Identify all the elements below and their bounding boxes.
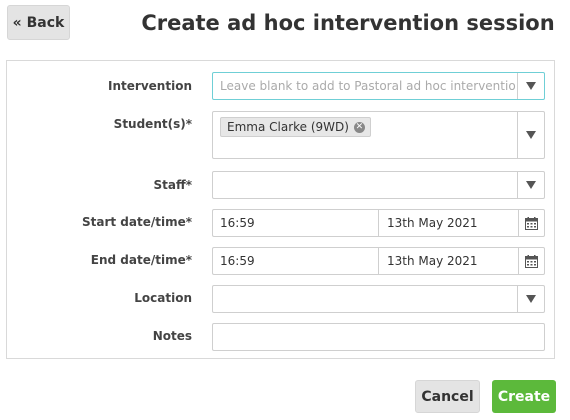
- end-time-input[interactable]: 16:59: [212, 247, 379, 275]
- chevron-down-icon: [526, 131, 536, 139]
- chevron-down-icon: [526, 295, 536, 303]
- intervention-label: Intervention: [108, 79, 192, 93]
- start-time-input[interactable]: 16:59: [212, 209, 379, 237]
- end-datetime-label: End date/time*: [90, 253, 192, 267]
- calendar-icon: [524, 254, 538, 268]
- create-button[interactable]: Create: [492, 380, 556, 413]
- start-datetime-label: Start date/time*: [81, 215, 192, 229]
- back-button[interactable]: « Back: [7, 5, 70, 40]
- end-calendar-button[interactable]: [518, 247, 545, 275]
- location-label: Location: [134, 291, 192, 305]
- staff-label: Staff*: [153, 178, 192, 192]
- student-chip: Emma Clarke (9WD) ✕: [220, 117, 371, 137]
- close-icon[interactable]: ✕: [353, 121, 365, 133]
- intervention-placeholder: Leave blank to add to Pastoral ad hoc in…: [220, 79, 516, 93]
- students-label: Student(s)*: [113, 117, 192, 131]
- chevron-down-icon: [526, 82, 536, 90]
- intervention-select[interactable]: Leave blank to add to Pastoral ad hoc in…: [212, 72, 545, 100]
- student-chip-label: Emma Clarke (9WD): [227, 120, 349, 134]
- start-date-input[interactable]: 13th May 2021: [378, 209, 519, 237]
- staff-dropdown-toggle[interactable]: [517, 172, 544, 198]
- students-dropdown-toggle[interactable]: [517, 112, 544, 158]
- location-select[interactable]: [212, 285, 545, 313]
- cancel-button[interactable]: Cancel: [415, 380, 480, 413]
- calendar-icon: [524, 216, 538, 230]
- students-select[interactable]: Emma Clarke (9WD) ✕: [212, 111, 545, 159]
- chevron-down-icon: [526, 181, 536, 189]
- notes-input[interactable]: [212, 323, 545, 351]
- end-date-input[interactable]: 13th May 2021: [378, 247, 519, 275]
- location-dropdown-toggle[interactable]: [517, 286, 544, 312]
- notes-label: Notes: [152, 329, 192, 343]
- page-title: Create ad hoc intervention session: [141, 11, 555, 35]
- start-calendar-button[interactable]: [518, 209, 545, 237]
- intervention-dropdown-toggle[interactable]: [517, 73, 544, 99]
- staff-select[interactable]: [212, 171, 545, 199]
